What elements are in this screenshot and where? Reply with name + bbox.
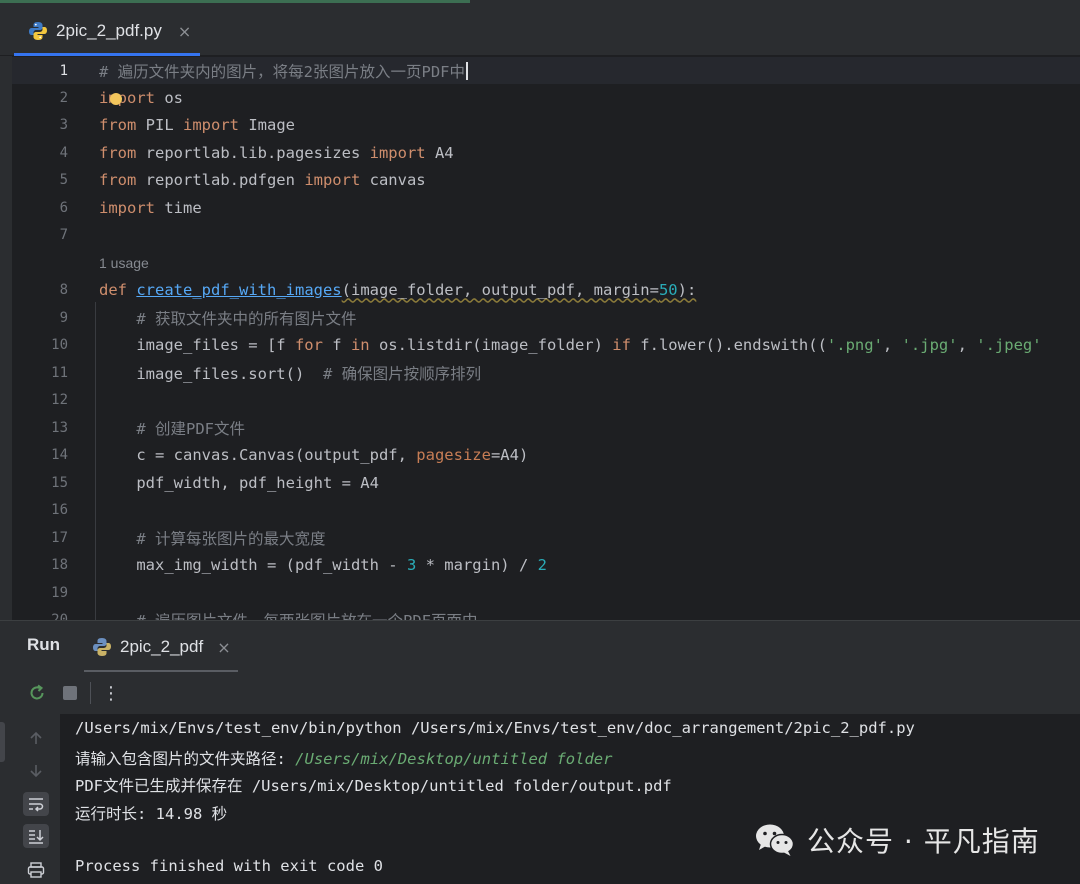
- line-number: 14: [51, 446, 68, 463]
- watermark-text: 公众号 · 平凡指南: [807, 825, 1040, 858]
- console-line: Process finished with exit code 0: [75, 857, 383, 875]
- code-text: image_files.sort() # 确保图片按顺序排列: [136, 364, 482, 383]
- run-tab-label: 2pic_2_pdf: [120, 637, 204, 656]
- code-text: c = canvas.Canvas(output_pdf, pagesize=A…: [136, 445, 529, 464]
- editor-tab-2pic_2_pdf[interactable]: 2pic_2_pdf.py ×: [14, 6, 200, 56]
- editor-left-strip: [0, 56, 12, 620]
- code-text: # 获取文件夹中的所有图片文件: [136, 309, 357, 328]
- line-number: 20: [51, 611, 68, 621]
- code-line: 11 image_files.sort() # 确保图片按顺序排列: [12, 359, 1080, 386]
- console-side-toolbar: [0, 714, 60, 884]
- code-text: from PIL import Image: [99, 115, 295, 134]
- code-line: 18 max_img_width = (pdf_width - 3 * marg…: [12, 551, 1080, 578]
- line-number: 18: [51, 556, 68, 573]
- line-number: 2: [59, 89, 68, 106]
- usage-hint-row: 1 usage: [12, 249, 1080, 276]
- line-number: 3: [59, 116, 68, 133]
- code-text: # 创建PDF文件: [136, 419, 245, 438]
- code-line: 16: [12, 496, 1080, 523]
- code-text: # 遍历图片文件，每两张图片放在一个PDF页面中: [99, 609, 477, 621]
- line-number: 12: [51, 391, 68, 408]
- code-line: 13 # 创建PDF文件: [12, 414, 1080, 441]
- text-cursor: [466, 61, 468, 80]
- code-text: image_files = [f for f in os.listdir(ima…: [136, 335, 1042, 354]
- close-icon[interactable]: ×: [178, 22, 191, 41]
- progress-strip: [0, 0, 470, 3]
- code-text: from reportlab.lib.pagesizes import A4: [99, 143, 454, 162]
- code-text: import time: [99, 198, 202, 217]
- code-line: 19: [12, 579, 1080, 606]
- code-line: 3 from PIL import Image: [12, 111, 1080, 138]
- console-line: 运行时长: 14.98 秒: [75, 805, 228, 823]
- console-line: /Users/mix/Envs/test_env/bin/python /Use…: [75, 719, 915, 737]
- line-number: 7: [59, 226, 68, 243]
- code-line: 9 # 获取文件夹中的所有图片文件: [12, 304, 1080, 331]
- code-text: # 遍历文件夹内的图片，将每2张图片放入一页PDF中: [99, 60, 468, 82]
- line-number: 6: [59, 199, 68, 216]
- code-editor[interactable]: 1 # 遍历文件夹内的图片，将每2张图片放入一页PDF中 2 import os…: [12, 56, 1080, 620]
- line-number: 19: [51, 584, 68, 601]
- code-text: # 计算每张图片的最大宽度: [136, 529, 326, 548]
- run-panel-title: Run: [27, 635, 61, 654]
- code-line: 12: [12, 386, 1080, 413]
- line-number: 5: [59, 171, 68, 188]
- code-line: 6 import time: [12, 194, 1080, 221]
- close-icon[interactable]: ×: [217, 638, 230, 657]
- code-line: 7: [12, 221, 1080, 248]
- run-panel-header: Run 2pic_2_pdf ×: [0, 620, 1080, 673]
- wechat-icon: [756, 824, 795, 856]
- code-line: 20 # 遍历图片文件，每两张图片放在一个PDF页面中: [12, 606, 1080, 621]
- editor-tab-label: 2pic_2_pdf.py: [56, 21, 162, 40]
- watermark: 公众号 · 平凡指南: [755, 820, 1040, 860]
- line-number: 15: [51, 474, 68, 491]
- user-input-text: /Users/mix/Desktop/untitled folder: [295, 750, 613, 768]
- code-line: 4 from reportlab.lib.pagesizes import A4: [12, 139, 1080, 166]
- editor-tab-bar: 2pic_2_pdf.py ×: [0, 6, 1080, 56]
- run-tab-2pic_2_pdf[interactable]: 2pic_2_pdf ×: [84, 621, 238, 673]
- scroll-to-end-icon[interactable]: [23, 824, 49, 848]
- code-line: 15 pdf_width, pdf_height = A4: [12, 469, 1080, 496]
- code-line: 1 # 遍历文件夹内的图片，将每2张图片放入一页PDF中: [12, 57, 1080, 84]
- code-text: from reportlab.pdfgen import canvas: [99, 170, 426, 189]
- arrow-down-icon[interactable]: [23, 759, 49, 783]
- code-line: 10 image_files = [f for f in os.listdir(…: [12, 331, 1080, 358]
- line-number: 9: [59, 309, 68, 326]
- usage-hint[interactable]: 1 usage: [99, 255, 149, 271]
- line-number: 13: [51, 419, 68, 436]
- lightbulb-icon[interactable]: [110, 93, 122, 105]
- code-text: max_img_width = (pdf_width - 3 * margin)…: [136, 555, 547, 574]
- line-number: 11: [51, 364, 68, 381]
- line-number: 10: [51, 336, 68, 353]
- toolbar-separator: [90, 682, 91, 704]
- stop-icon[interactable]: [60, 682, 80, 704]
- rerun-icon[interactable]: [26, 682, 48, 704]
- line-number: 8: [59, 281, 68, 298]
- line-number: 16: [51, 501, 68, 518]
- line-number: 1: [59, 62, 68, 79]
- code-text: pdf_width, pdf_height = A4: [136, 473, 379, 492]
- code-line: 2 import os: [12, 84, 1080, 111]
- run-toolbar: ⋮: [0, 672, 1080, 714]
- panel-grip: [0, 722, 5, 762]
- code-line: 5 from reportlab.pdfgen import canvas: [12, 166, 1080, 193]
- print-icon[interactable]: [23, 858, 49, 882]
- console-line: 请输入包含图片的文件夹路径: /Users/mix/Desktop/untitl…: [75, 750, 613, 768]
- soft-wrap-icon[interactable]: [23, 792, 49, 816]
- code-text: def create_pdf_with_images(image_folder,…: [99, 280, 697, 299]
- line-number: 17: [51, 529, 68, 546]
- arrow-up-icon[interactable]: [23, 726, 49, 750]
- python-icon: [29, 22, 47, 40]
- code-line: 14 c = canvas.Canvas(output_pdf, pagesiz…: [12, 441, 1080, 468]
- code-line: 8 def create_pdf_with_images(image_folde…: [12, 276, 1080, 303]
- line-number: 4: [59, 144, 68, 161]
- console-line: PDF文件已生成并保存在 /Users/mix/Desktop/untitled…: [75, 777, 672, 795]
- more-options-icon[interactable]: ⋮: [100, 682, 122, 704]
- python-icon: [93, 638, 111, 656]
- code-line: 17 # 计算每张图片的最大宽度: [12, 524, 1080, 551]
